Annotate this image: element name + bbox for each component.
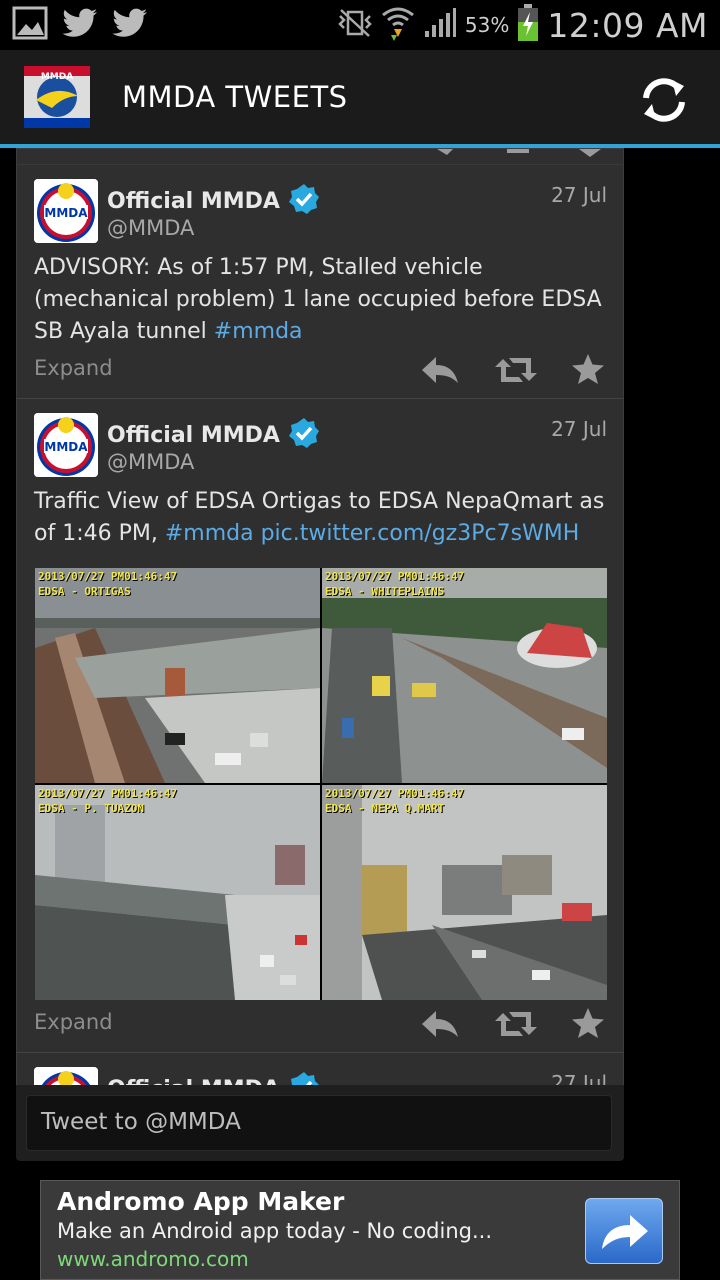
cam-location: EDSA - P. TUAZON bbox=[38, 802, 144, 815]
clock: 12:09 AM bbox=[547, 5, 708, 45]
cam-location: EDSA - ORTIGAS bbox=[38, 585, 131, 598]
signal-icon bbox=[423, 7, 457, 43]
wifi-icon bbox=[381, 5, 415, 45]
reply-icon[interactable] bbox=[420, 1009, 460, 1039]
cam-location: EDSA - WHITEPLAINS bbox=[325, 585, 445, 598]
tweet-list[interactable]: MMDA Official MMDA @MMDA 27 Jul ADVISORY… bbox=[16, 148, 624, 1160]
gallery-icon bbox=[12, 6, 48, 44]
tweet-date: 27 Jul bbox=[551, 417, 607, 441]
favorite-star-icon[interactable] bbox=[571, 1007, 611, 1038]
app-title: MMDA TWEETS bbox=[122, 80, 348, 114]
tweet-handle: @MMDA bbox=[107, 450, 195, 474]
tweet-text-content: ADVISORY: As of 1:57 PM, Stalled vehicle… bbox=[34, 255, 602, 344]
svg-text:MMDA: MMDA bbox=[44, 440, 88, 454]
tweet-photo[interactable]: 2013/07/27 PM01:46:47 EDSA - ORTIGAS 201… bbox=[35, 568, 607, 1000]
tweet-item[interactable]: MMDA Official MMDA @MMDA 27 Jul ADVISORY… bbox=[17, 165, 623, 399]
tweet-text: Traffic View of EDSA Ortigas to EDSA Nep… bbox=[34, 486, 609, 550]
cam-timestamp: 2013/07/27 PM01:46:47 bbox=[38, 570, 178, 583]
retweet-icon[interactable] bbox=[495, 1009, 537, 1039]
traffic-cam-image: 2013/07/27 PM01:46:47 EDSA - WHITEPLAINS bbox=[322, 568, 607, 783]
tweet-handle: @MMDA bbox=[107, 216, 195, 240]
hashtag-link[interactable]: #mmda bbox=[165, 521, 254, 546]
expand-button[interactable]: Expand bbox=[34, 1010, 113, 1034]
avatar[interactable]: MMDA bbox=[34, 413, 98, 477]
status-bar: 53% 12:09 AM bbox=[0, 0, 720, 50]
ad-url: www.andromo.com bbox=[57, 1247, 249, 1271]
ad-subtitle: Make an Android app today - No coding... bbox=[57, 1219, 493, 1243]
traffic-cam-image: 2013/07/27 PM01:46:47 EDSA - NEPA Q.MART bbox=[322, 785, 607, 1000]
traffic-cam-image: 2013/07/27 PM01:46:47 EDSA - P. TUAZON bbox=[35, 785, 320, 1000]
svg-text:MMDA: MMDA bbox=[41, 72, 73, 82]
tweet-text: ADVISORY: As of 1:57 PM, Stalled vehicle… bbox=[34, 252, 609, 348]
twitter-icon bbox=[112, 8, 148, 42]
reply-icon[interactable] bbox=[420, 355, 460, 385]
cam-timestamp: 2013/07/27 PM01:46:47 bbox=[325, 570, 465, 583]
traffic-cam-image: 2013/07/27 PM01:46:47 EDSA - ORTIGAS bbox=[35, 568, 320, 783]
tweet-item[interactable]: MMDA Official MMDA @MMDA 27 Jul Traffic … bbox=[17, 399, 623, 1053]
app-screen: 53% 12:09 AM MMDA MMDA TWEETS MMDA Offic… bbox=[0, 0, 720, 1280]
previous-tweet-peek bbox=[17, 149, 623, 165]
compose-placeholder: Tweet to @MMDA bbox=[41, 1109, 241, 1135]
ad-banner[interactable]: Andromo App Maker Make an Android app to… bbox=[40, 1180, 680, 1280]
photo-link[interactable]: pic.twitter.com/gz3Pc7sWMH bbox=[261, 521, 580, 546]
ad-share-arrow-icon[interactable] bbox=[585, 1198, 663, 1264]
verified-badge-icon bbox=[288, 183, 320, 219]
expand-button[interactable]: Expand bbox=[34, 356, 113, 380]
action-bar: MMDA MMDA TWEETS bbox=[0, 50, 720, 184]
avatar[interactable]: MMDA bbox=[34, 179, 98, 243]
tweet-author-name[interactable]: Official MMDA bbox=[107, 189, 280, 214]
favorite-star-icon[interactable] bbox=[571, 353, 611, 384]
tweet-compose-input[interactable]: Tweet to @MMDA bbox=[26, 1095, 612, 1151]
retweet-icon[interactable] bbox=[495, 355, 537, 385]
vibrate-off-icon bbox=[337, 8, 373, 42]
twitter-icon bbox=[62, 8, 98, 42]
tweet-author-name[interactable]: Official MMDA bbox=[107, 423, 280, 448]
cam-location: EDSA - NEPA Q.MART bbox=[325, 802, 445, 815]
ad-title: Andromo App Maker bbox=[57, 1187, 345, 1216]
hashtag-link[interactable]: #mmda bbox=[214, 319, 303, 344]
cam-timestamp: 2013/07/27 PM01:46:47 bbox=[38, 787, 178, 800]
mmda-logo[interactable]: MMDA bbox=[24, 66, 90, 128]
battery-percent: 53% bbox=[464, 13, 510, 37]
refresh-icon[interactable] bbox=[636, 72, 692, 128]
tweet-date: 27 Jul bbox=[551, 183, 607, 207]
battery-charging-icon bbox=[517, 4, 539, 46]
verified-badge-icon bbox=[288, 417, 320, 453]
svg-text:MMDA: MMDA bbox=[44, 206, 88, 220]
cam-timestamp: 2013/07/27 PM01:46:47 bbox=[325, 787, 465, 800]
